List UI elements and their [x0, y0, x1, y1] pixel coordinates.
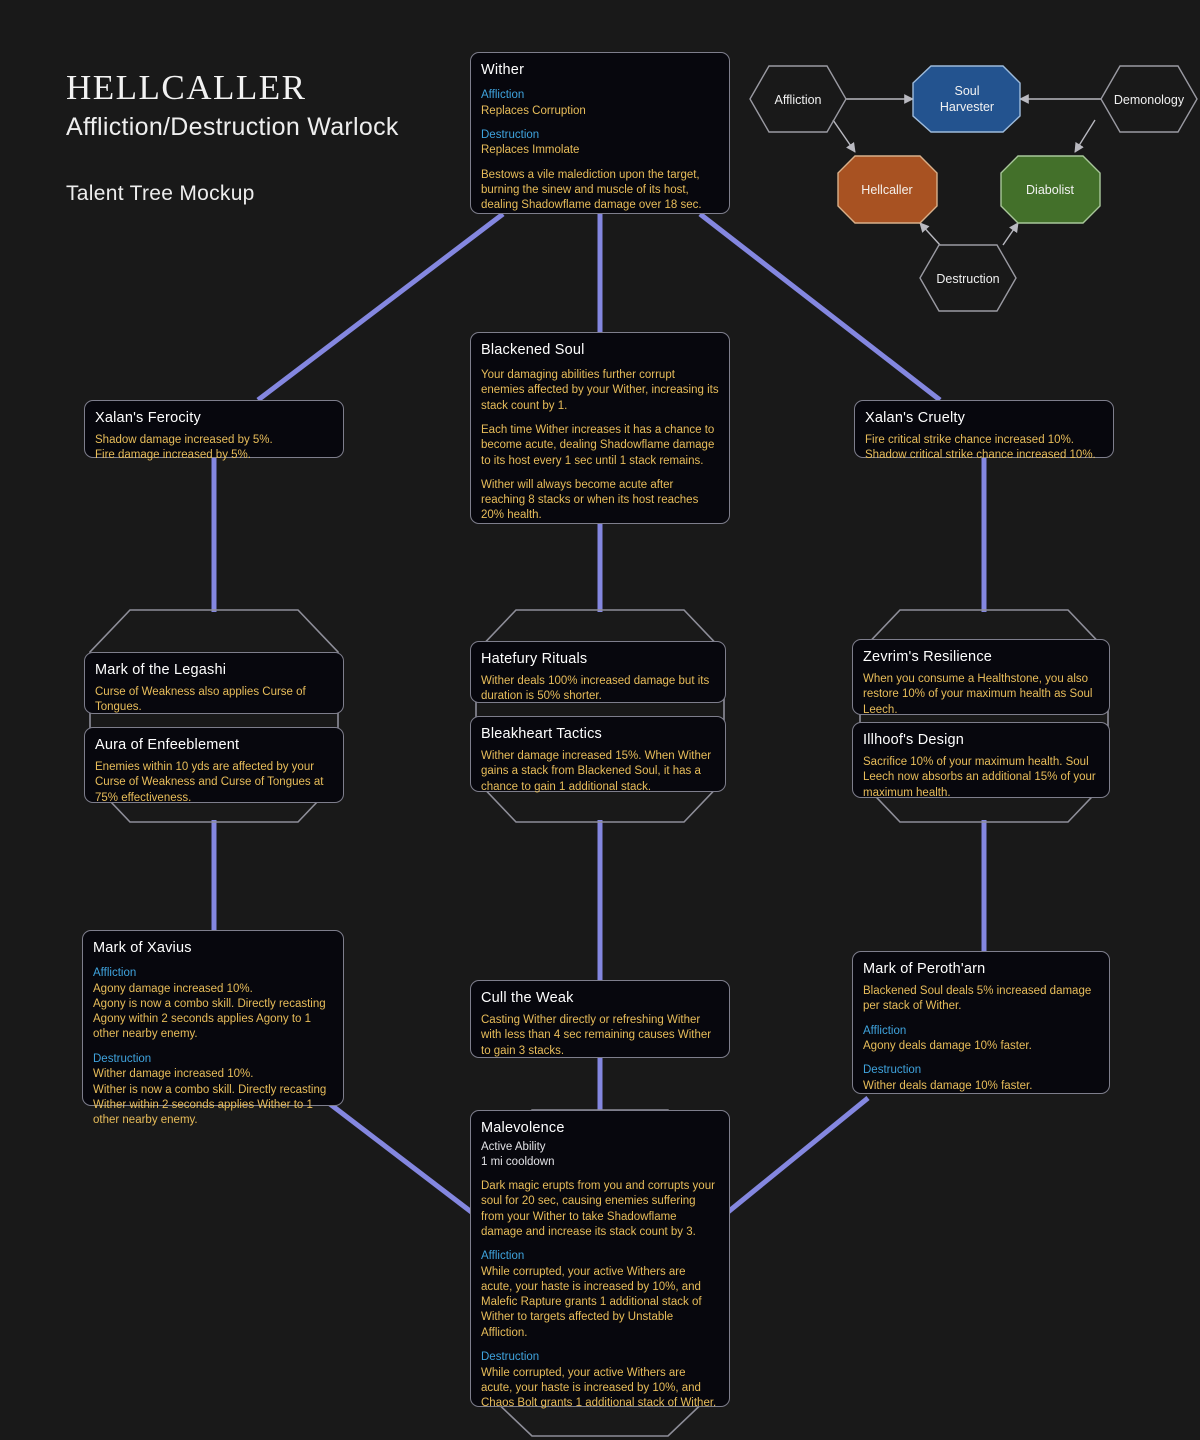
hero-node-destruction[interactable]: Destruction [919, 244, 1017, 312]
talent-node-xalans-cruelty[interactable]: Xalan's Cruelty Fire critical strike cha… [854, 400, 1114, 461]
talent-ability-type: Active Ability [481, 1141, 546, 1154]
talent-description: Shadow damage increased by 5%. Fire dama… [95, 434, 273, 462]
hero-edge-demonology-diabolist [1074, 119, 1096, 153]
talent-description: Bestows a vile malediction upon the targ… [481, 168, 702, 212]
talent-cooldown: 1 mi cooldown [481, 1156, 555, 1169]
talent-description: When you consume a Healthstone, you also… [863, 673, 1093, 716]
talent-description: Casting Wither directly or refreshing Wi… [481, 1014, 712, 1057]
hero-node-demonology[interactable]: Demonology [1100, 65, 1198, 133]
talent-title: Bleakheart Tactics [481, 726, 603, 742]
hero-label-soul-harvester-line2: Harvester [940, 100, 994, 114]
talent-spec-affliction: Affliction [93, 967, 137, 980]
talent-title: Blackened Soul [481, 342, 585, 358]
talent-title: Mark of the Legashi [95, 662, 227, 678]
talent-spec-affliction-text: Agony damage increased 10%. Agony is now… [93, 982, 326, 1041]
talent-node-mark-of-the-legashi[interactable]: Mark of the Legashi Curse of Weakness al… [84, 652, 344, 714]
talent-spec-destruction-text: While corrupted, your active Withers are… [481, 1366, 717, 1410]
talent-node-cull-the-weak[interactable]: Cull the Weak Casting Wither directly or… [470, 980, 730, 1058]
hero-edge-destruction-diabolist [1002, 222, 1019, 246]
talent-spec-affliction-text: Agony deals damage 10% faster. [863, 1040, 1032, 1053]
talent-spec-destruction: Destruction [93, 1052, 152, 1065]
hero-node-affliction[interactable]: Affliction [749, 65, 847, 133]
talent-spec-destruction-text: Wither damage increased 10%. Wither is n… [93, 1068, 327, 1127]
talent-title: Xalan's Ferocity [95, 410, 201, 426]
hero-node-diabolist[interactable]: Diabolist [1000, 155, 1101, 224]
talent-title: Malevolence [481, 1120, 565, 1136]
talent-spec-destruction-text: Wither deals damage 10% faster. [863, 1080, 1033, 1092]
talent-node-malevolence[interactable]: Malevolence Active Ability 1 mi cooldown… [470, 1110, 730, 1409]
talent-description: Wither damage increased 15%. When Wither… [481, 750, 712, 793]
talent-spec-destruction: Destruction [481, 1351, 540, 1364]
talent-node-wither[interactable]: Wither Affliction Replaces Corruption De… [470, 52, 730, 214]
talent-description: Enemies within 10 yds are affected by yo… [95, 761, 324, 804]
talent-title: Mark of Peroth'arn [863, 961, 986, 977]
hero-label-destruction: Destruction [936, 272, 999, 286]
talent-spec-destruction: Destruction [481, 128, 540, 141]
talent-description: Dark magic erupts from you and corrupts … [481, 1180, 715, 1238]
talent-title: Mark of Xavius [93, 940, 192, 956]
talent-spec-affliction-text: While corrupted, your active Withers are… [481, 1265, 702, 1339]
talent-spec-affliction: Affliction [481, 1250, 525, 1263]
talent-title: Xalan's Cruelty [865, 410, 966, 426]
talent-node-bleakheart-tactics[interactable]: Bleakheart Tactics Wither damage increas… [470, 716, 726, 793]
hero-tree-diagram: Affliction Soul Harvester Demonology Hel… [749, 65, 1198, 312]
page-title: HELLCALLER [66, 68, 307, 107]
talent-description: Fire critical strike chance increased 10… [865, 434, 1096, 462]
page-header: HELLCALLER Affliction/Destruction Warloc… [66, 70, 399, 206]
talent-spec-affliction: Affliction [863, 1024, 907, 1037]
talent-description-p3: Wither will always become acute after re… [481, 478, 699, 522]
hero-label-affliction: Affliction [774, 93, 821, 107]
talent-node-mark-of-xavius[interactable]: Mark of Xavius Affliction Agony damage i… [82, 930, 344, 1126]
talent-node-mark-of-perotharn[interactable]: Mark of Peroth'arn Blackened Soul deals … [852, 951, 1110, 1094]
link-xavius-to-malevolence [328, 1102, 476, 1216]
talent-tree-canvas: HELLCALLER Affliction/Destruction Warloc… [0, 0, 1200, 1440]
hero-edge-destruction-hellcaller [919, 222, 941, 246]
talent-spec-affliction-text: Replaces Corruption [481, 104, 586, 117]
talent-description-p2: Each time Wither increases it has a chan… [481, 423, 715, 467]
talent-title: Wither [481, 62, 525, 78]
talent-description: Curse of Weakness also applies Curse of … [95, 686, 306, 714]
hero-label-diabolist: Diabolist [1026, 183, 1074, 197]
talent-node-illhoofs-design[interactable]: Illhoof's Design Sacrifice 10% of your m… [852, 722, 1110, 799]
talent-spec-destruction-text: Replaces Immolate [481, 144, 580, 157]
talent-node-aura-of-enfeeblement[interactable]: Aura of Enfeeblement Enemies within 10 y… [84, 727, 344, 804]
hero-label-soul-harvester-line1: Soul [954, 84, 979, 98]
link-perotharn-to-malevolence [726, 1096, 870, 1214]
talent-title: Hatefury Rituals [481, 651, 588, 667]
talent-description: Sacrifice 10% of your maximum health. So… [863, 756, 1096, 799]
talent-node-blackened-soul[interactable]: Blackened Soul Your damaging abilities f… [470, 332, 730, 524]
hero-edge-affliction-hellcaller [832, 119, 856, 153]
link-wither-to-xalans-ferocity [256, 212, 505, 402]
talent-spec-affliction: Affliction [481, 89, 525, 102]
talent-node-hatefury-rituals[interactable]: Hatefury Rituals Wither deals 100% incre… [470, 641, 726, 703]
talent-title: Zevrim's Resilience [863, 649, 993, 665]
hero-label-hellcaller: Hellcaller [861, 183, 912, 197]
talent-title: Cull the Weak [481, 990, 574, 1006]
talent-description: Blackened Soul deals 5% increased damage… [863, 985, 1092, 1013]
talent-node-zevrims-resilience[interactable]: Zevrim's Resilience When you consume a H… [852, 639, 1110, 716]
talent-spec-destruction: Destruction [863, 1064, 922, 1077]
page-note: Talent Tree Mockup [66, 182, 255, 205]
hero-node-soul-harvester[interactable]: Soul Harvester [912, 65, 1021, 133]
hero-label-demonology: Demonology [1114, 93, 1185, 107]
talent-title: Illhoof's Design [863, 732, 965, 748]
hero-node-hellcaller[interactable]: Hellcaller [837, 155, 938, 224]
talent-description: Wither deals 100% increased damage but i… [481, 675, 710, 703]
page-subtitle: Affliction/Destruction Warlock [66, 113, 399, 141]
talent-node-xalans-ferocity[interactable]: Xalan's Ferocity Shadow damage increased… [84, 400, 344, 461]
talent-title: Aura of Enfeeblement [95, 737, 240, 753]
talent-description-p1: Your damaging abilities further corrupt … [481, 369, 719, 412]
